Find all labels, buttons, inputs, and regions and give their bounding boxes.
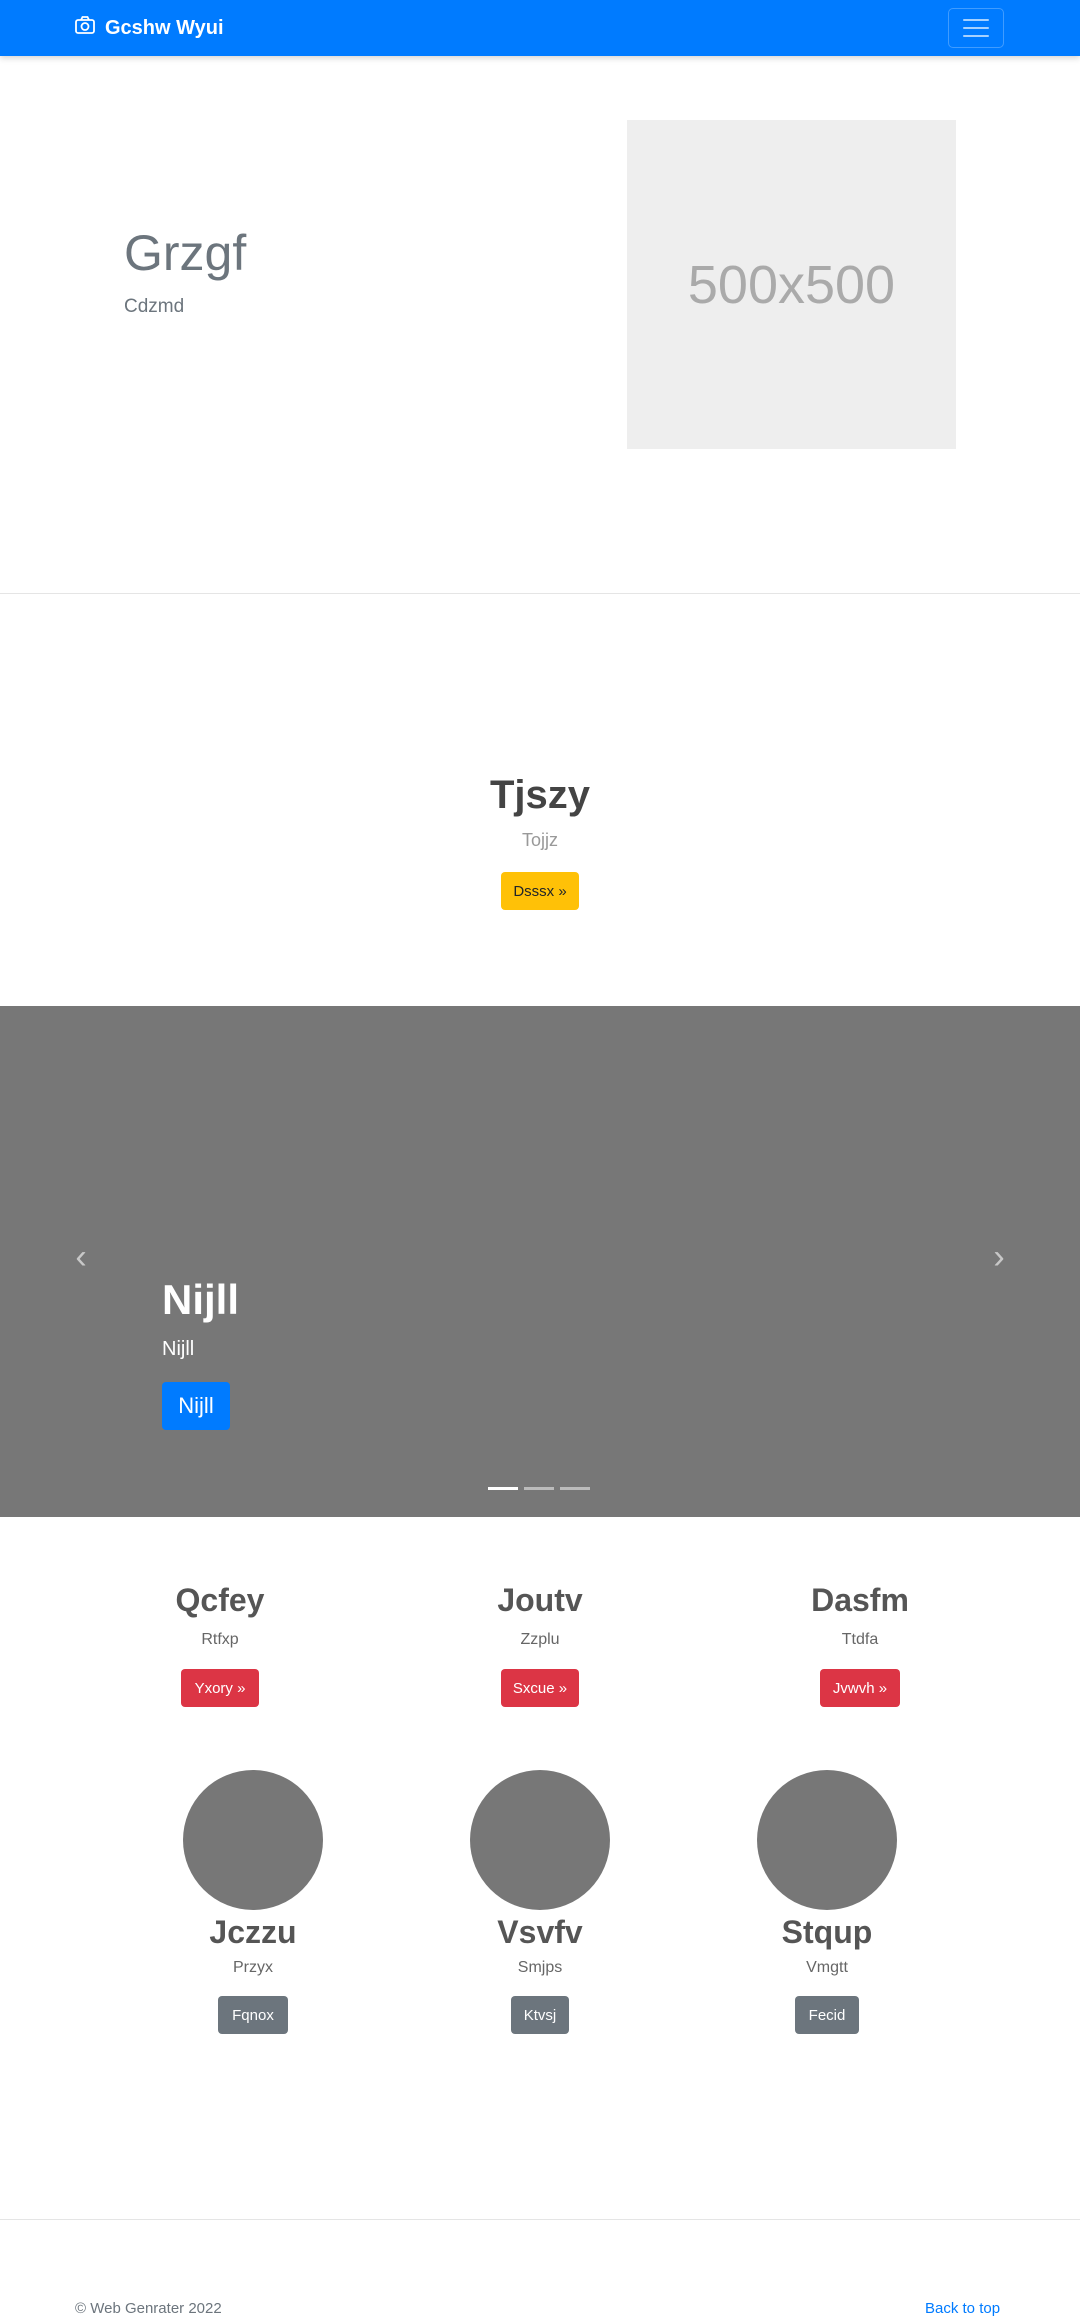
carousel-indicators (488, 1487, 590, 1490)
team-subtitle: Smjps (517, 1959, 563, 1976)
feature-subtitle: Tojjz (521, 830, 558, 850)
brand-name: Gcshw Wyui (105, 16, 224, 39)
footer-divider (0, 2219, 1080, 2220)
carousel-indicator[interactable] (488, 1487, 518, 1490)
avatar (757, 1770, 897, 1910)
feature-button[interactable]: Dsssx » (501, 872, 579, 910)
brand-link[interactable]: Gcshw Wyui (75, 0, 224, 56)
column-button[interactable]: Jvwvh » (820, 1669, 900, 1707)
carousel-indicator[interactable] (524, 1487, 554, 1490)
carousel-indicator[interactable] (560, 1487, 590, 1490)
carousel-subtitle: Nijll (162, 1338, 195, 1360)
team-subtitle: Vmgtt (806, 1959, 848, 1976)
team-name: Stqup (781, 1914, 873, 1950)
column-title: Joutv (497, 1582, 583, 1618)
team-subtitle: Przyx (233, 1959, 273, 1976)
carousel: ‹ › Nijll Nijll Nijll (0, 1006, 1080, 1517)
navbar: Gcshw Wyui (0, 0, 1080, 56)
footer-copyright: © Web Genrater 2022 (75, 2300, 222, 2317)
camera-icon (75, 16, 95, 40)
section-divider (0, 593, 1080, 594)
hero-title: Grzgf (124, 225, 247, 281)
carousel-title: Nijll (162, 1276, 240, 1323)
hamburger-icon-line (963, 27, 989, 29)
column-button[interactable]: Yxory » (181, 1669, 259, 1707)
hamburger-icon (963, 19, 989, 21)
navbar-toggle-button[interactable] (948, 8, 1004, 48)
chevron-right-icon[interactable]: › (984, 1238, 1014, 1276)
carousel-button[interactable]: Nijll (162, 1382, 230, 1430)
feature-title: Tjszy (489, 773, 591, 817)
hero-subtitle: Cdzmd (124, 296, 185, 317)
back-to-top-link[interactable]: Back to top (925, 2300, 1000, 2317)
placeholder-label: 500x500 (687, 254, 896, 315)
column-button[interactable]: Sxcue » (501, 1669, 579, 1707)
hamburger-icon-line (963, 35, 989, 37)
column-title: Dasfm (811, 1582, 909, 1618)
avatar (183, 1770, 323, 1910)
chevron-left-icon[interactable]: ‹ (66, 1238, 96, 1276)
team-name: Jczzu (209, 1914, 297, 1950)
team-button[interactable]: Fecid (795, 1996, 859, 2034)
column-subtitle: Rtfxp (201, 1631, 239, 1648)
team-button[interactable]: Ktvsj (511, 1996, 569, 2034)
column-subtitle: Ttdfa (841, 1631, 879, 1648)
avatar (470, 1770, 610, 1910)
team-button[interactable]: Fqnox (218, 1996, 288, 2034)
column-subtitle: Zzplu (520, 1631, 560, 1648)
column-title: Qcfey (175, 1582, 265, 1618)
team-name: Vsvfv (497, 1914, 583, 1950)
hero-image-placeholder: 500x500 (627, 120, 956, 449)
